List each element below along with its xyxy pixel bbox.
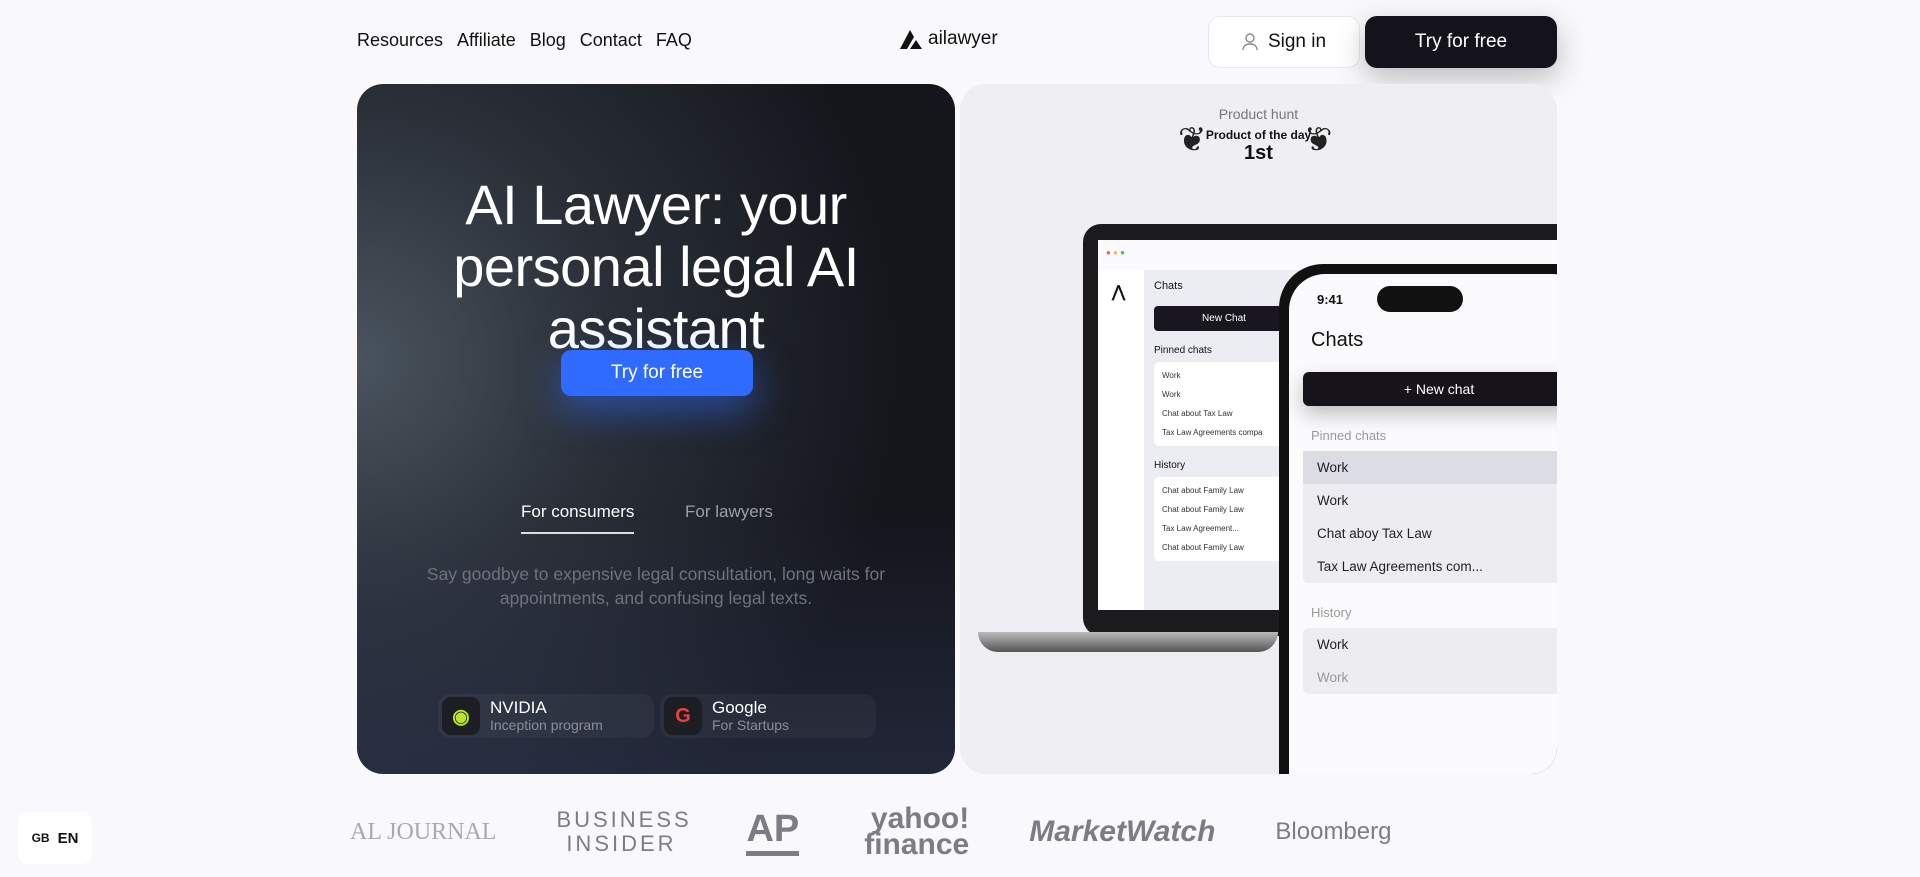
user-icon [1242, 33, 1258, 51]
list-item: Tax Law Agreements compa [1162, 428, 1263, 437]
window-dots-icon: ● ● ● [1106, 248, 1125, 257]
badge-subtitle: For Startups [712, 717, 790, 733]
product-hunt-award: Product hunt Product of the day 1st [960, 106, 1557, 165]
laptop-sidebar: ⋀ [1098, 270, 1144, 610]
media-logos: AL JOURNAL BUSINESS INSIDER AP yahoo! fi… [350, 802, 1392, 861]
list-item: Work [1317, 670, 1349, 685]
tab-lawyers[interactable]: For lawyers [685, 502, 773, 522]
nvidia-badge: ◉ NVIDIA Inception program [438, 694, 654, 738]
nav-resources[interactable]: Resources [357, 30, 443, 51]
phone-new-chat: + New chat [1303, 372, 1557, 406]
google-icon: G [664, 697, 702, 735]
sign-in-label: Sign in [1267, 31, 1327, 52]
badge-title: Google [712, 698, 767, 717]
logo[interactable]: ailawyer [898, 28, 998, 50]
list-item: Chat about Family Law [1162, 543, 1244, 552]
ph-label: Product hunt [1218, 106, 1299, 122]
laurel-left-icon: ❦ [1178, 121, 1207, 159]
media-logo: MarketWatch [1029, 815, 1216, 848]
laptop-pinned-label: Pinned chats [1154, 345, 1212, 356]
list-item: Chat about Family Law [1162, 505, 1244, 514]
google-badge: G Google For Startups [660, 694, 876, 738]
media-logo: AL JOURNAL [350, 818, 497, 845]
hero-description: Say goodbye to expensive legal consultat… [426, 564, 886, 608]
badge-title: NVIDIA [490, 698, 547, 717]
phone-mockup: 9:41 Chats + New chat Pinned chats Work … [1279, 264, 1557, 774]
list-item: Chat aboy Tax Law [1317, 526, 1432, 541]
nvidia-icon: ◉ [442, 697, 480, 735]
language-switcher[interactable]: GB EN [18, 812, 92, 864]
tab-consumers[interactable]: For consumers [521, 502, 635, 534]
phone-history-label: History [1311, 605, 1352, 620]
ph-award: Product of the day [1205, 128, 1312, 142]
sign-in-button[interactable]: Sign in [1208, 16, 1360, 68]
nav-faq[interactable]: FAQ [656, 30, 692, 51]
list-item: Chat about Family Law [1162, 486, 1244, 495]
list-item: Work [1317, 493, 1349, 508]
hero-card: AI Lawyer: your personal legal AI assist… [357, 84, 955, 774]
list-item: Work [1162, 371, 1181, 380]
try-for-free-button[interactable]: Try for free [1365, 16, 1557, 68]
logo-icon [900, 30, 922, 49]
list-item: Tax Law Agreements com... [1317, 559, 1483, 574]
top-nav: Resources Affiliate Blog Contact FAQ [357, 30, 692, 51]
laptop-base [978, 632, 1278, 652]
product-preview: Product hunt Product of the day 1st ❦ ❦ … [960, 84, 1557, 774]
laptop-new-chat: New Chat [1154, 306, 1294, 331]
hero-try-button[interactable]: Try for free [561, 350, 753, 396]
list-item: Work [1317, 637, 1349, 652]
ph-rank: 1st [1244, 142, 1273, 164]
media-logo: BUSINESS INSIDER [556, 807, 692, 856]
nav-affiliate[interactable]: Affiliate [457, 30, 516, 51]
nav-contact[interactable]: Contact [580, 30, 642, 51]
badge-subtitle: Inception program [490, 717, 603, 733]
list-item: Tax Law Agreement... [1162, 524, 1239, 533]
hero-title: AI Lawyer: your personal legal AI assist… [453, 173, 859, 360]
list-item: Work [1162, 390, 1181, 399]
phone-chats-title: Chats [1311, 329, 1364, 351]
media-logo: AP [746, 808, 800, 856]
flag-icon: GB [31, 831, 50, 845]
logo-text: ailawyer [928, 28, 998, 49]
laptop-history-label: History [1154, 460, 1186, 471]
nav-blog[interactable]: Blog [530, 30, 566, 51]
dynamic-island [1377, 286, 1463, 312]
phone-pinned-label: Pinned chats [1311, 428, 1387, 443]
logo-icon: ⋀ [1112, 284, 1126, 301]
media-logo: Bloomberg [1275, 818, 1392, 845]
laptop-chats-title: Chats [1154, 280, 1183, 292]
list-item: Work [1303, 451, 1557, 484]
language-code: EN [57, 829, 79, 847]
laurel-right-icon: ❦ [1304, 121, 1333, 159]
list-item: Chat about Tax Law [1162, 409, 1233, 418]
media-logo: yahoo! finance [864, 802, 970, 861]
